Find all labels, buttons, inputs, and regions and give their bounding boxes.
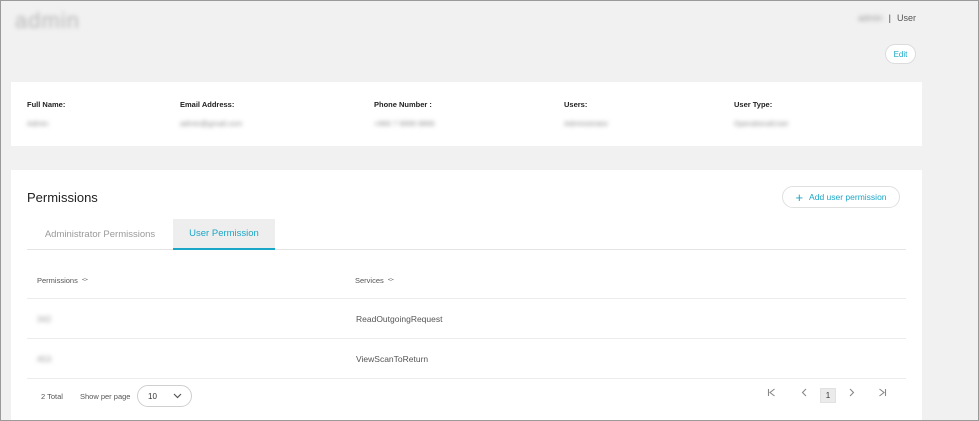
column-header-services[interactable]: Services ︿ ﹀	[355, 276, 394, 286]
per-page-select[interactable]: 10	[137, 385, 192, 407]
users-value: Administrator	[564, 119, 609, 128]
chevron-down-icon	[173, 392, 182, 401]
total-count: 2 Total	[41, 392, 63, 401]
add-user-permission-label: Add user permission	[809, 192, 887, 202]
table-divider	[27, 338, 906, 339]
user-type-label: User Type:	[734, 100, 773, 109]
user-info-card: Full Name: Admin Email Address: admin@gm…	[11, 82, 922, 146]
prev-page-icon[interactable]	[800, 388, 809, 397]
app-logo: admin	[15, 8, 80, 33]
users-field: Users: Administrator	[564, 100, 608, 128]
users-label: Users:	[564, 100, 588, 109]
column-header-permissions[interactable]: Permissions ︿ ﹀	[37, 276, 88, 286]
table-divider	[27, 378, 906, 379]
app-frame: admin admin | User Edit Full Name: Admin…	[0, 0, 979, 421]
email-label: Email Address:	[180, 100, 235, 109]
tab-administrator-permissions[interactable]: Administrator Permissions	[27, 219, 173, 250]
sort-icon[interactable]: ︿ ﹀	[388, 276, 394, 286]
permissions-panel: Permissions + Add user permission Admini…	[11, 170, 922, 420]
next-page-icon[interactable]	[847, 388, 856, 397]
phone-field: Phone Number : +966 7 9999 9866	[374, 100, 435, 128]
permission-tabs: Administrator Permissions User Permissio…	[27, 219, 906, 250]
show-per-page-label: Show per page	[80, 392, 131, 401]
column-header-services-label: Services	[355, 276, 384, 285]
permissions-title: Permissions	[27, 190, 98, 205]
phone-label: Phone Number :	[374, 100, 432, 109]
full-name-label: Full Name:	[27, 100, 66, 109]
tab-user-permission[interactable]: User Permission	[173, 219, 275, 250]
add-user-permission-button[interactable]: + Add user permission	[782, 186, 900, 208]
sort-icon[interactable]: ︿ ﹀	[82, 276, 88, 286]
page-number-current[interactable]: 1	[820, 388, 836, 403]
email-value: admin@gmail.com	[180, 119, 243, 128]
per-page-value: 10	[148, 391, 157, 401]
last-page-icon[interactable]	[878, 388, 887, 397]
full-name-value: Admin	[27, 119, 49, 128]
user-type-value: OperationalUser	[734, 119, 789, 128]
table-cell-permission: 342	[37, 314, 52, 324]
email-field: Email Address: admin@gmail.com	[180, 100, 242, 128]
phone-value: +966 7 9999 9866	[374, 119, 435, 128]
breadcrumb: admin | User	[858, 13, 916, 23]
table-divider	[27, 298, 906, 299]
first-page-icon[interactable]	[767, 388, 776, 397]
full-name-field: Full Name: Admin	[27, 100, 65, 128]
breadcrumb-current: User	[896, 13, 916, 23]
table-cell-permission: 453	[37, 354, 52, 364]
table-cell-service: ViewScanToReturn	[356, 354, 429, 364]
user-type-field: User Type: OperationalUser	[734, 100, 789, 128]
breadcrumb-separator: |	[888, 13, 891, 23]
plus-icon: +	[795, 189, 804, 205]
column-header-permissions-label: Permissions	[37, 276, 78, 285]
table-cell-service: ReadOutgoingRequest	[356, 314, 443, 324]
edit-button[interactable]: Edit	[885, 44, 916, 64]
breadcrumb-user[interactable]: admin	[858, 13, 883, 23]
